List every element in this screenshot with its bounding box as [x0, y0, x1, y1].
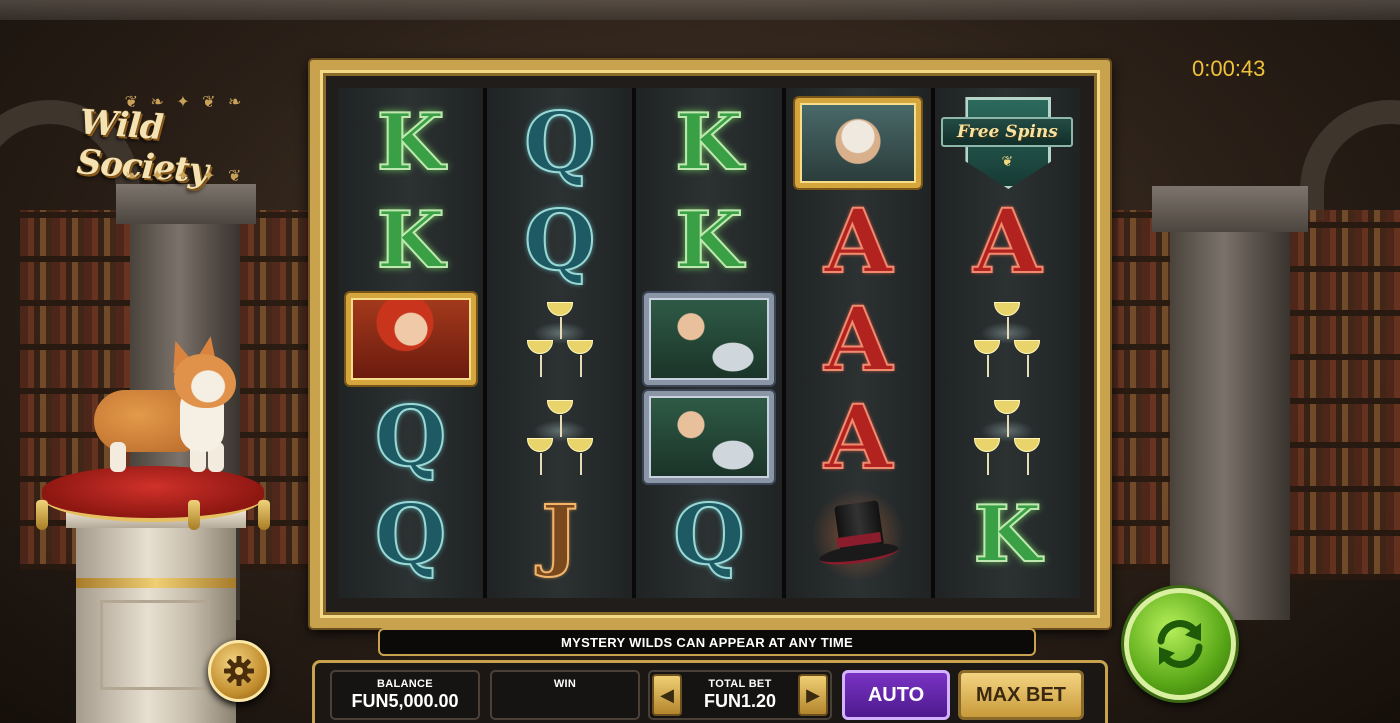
- symbol-k: K: [376, 195, 446, 286]
- symbol-old-gentleman-portrait: [786, 94, 931, 192]
- bet-decrease-button[interactable]: ◀: [652, 674, 682, 716]
- butler-portrait-icon: [644, 293, 774, 385]
- balance-label: BALANCE: [377, 678, 433, 690]
- symbol-k: K: [674, 97, 744, 188]
- symbol-lady-portrait: [338, 290, 483, 388]
- session-timer: 0:00:43: [1192, 56, 1266, 81]
- top-hat-icon: [805, 487, 912, 583]
- pedestal-panel: [100, 600, 210, 690]
- refresh-icon: [1157, 620, 1203, 668]
- old-gentleman-portrait-icon: [795, 98, 922, 188]
- balance-value: FUN5,000.00: [351, 691, 459, 711]
- champagne-tower-icon: [525, 294, 595, 384]
- symbol-k: K: [674, 195, 744, 286]
- symbol-q: Q: [374, 389, 447, 485]
- chevron-right-icon: ▶: [806, 684, 820, 705]
- reel-2: Q Q J: [487, 88, 633, 598]
- symbol-champagne-tower: [487, 290, 632, 388]
- reel-5: Free Spins ❦ A K: [934, 88, 1081, 598]
- champagne-tower-icon: [972, 392, 1042, 482]
- free-spins-label: Free Spins: [956, 122, 1058, 142]
- lady-portrait-icon: [345, 293, 476, 385]
- symbol-k: K: [376, 97, 446, 188]
- symbol-champagne-tower: [935, 388, 1080, 486]
- bet-increase-button[interactable]: ▶: [798, 674, 828, 716]
- free-spins-badge-icon: Free Spins ❦: [941, 95, 1074, 191]
- cushion-tassel: [36, 500, 48, 530]
- pedestal-band: [76, 578, 236, 588]
- settings-button[interactable]: [208, 640, 270, 702]
- symbol-top-hat: [786, 486, 931, 584]
- corgi-mascot: [90, 334, 250, 478]
- win-panel: WIN: [490, 670, 640, 720]
- game-logo: ❦ ❧ ✦ ❦ ❧ Wild Society ❧ ✦ ✦ ✦ ❦: [70, 92, 300, 192]
- symbol-free-spins: Free Spins ❦: [935, 94, 1080, 192]
- symbol-butler-portrait: [636, 290, 781, 388]
- cushion-tassel: [188, 500, 200, 530]
- win-label: WIN: [553, 678, 577, 690]
- gear-icon: [224, 656, 254, 686]
- symbol-a: A: [823, 287, 893, 391]
- message-bar: MYSTERY WILDS CAN APPEAR AT ANY TIME: [378, 628, 1036, 656]
- reel-4: A A A: [785, 88, 931, 598]
- reel-3: K K Q: [636, 88, 782, 598]
- spin-button[interactable]: [1124, 588, 1236, 700]
- symbol-j: J: [540, 489, 579, 580]
- symbol-a: A: [972, 189, 1042, 293]
- symbol-a: A: [823, 385, 893, 489]
- chevron-left-icon: ◀: [660, 684, 674, 705]
- reel-1: K K Q Q: [338, 88, 484, 598]
- logo-ornament-bottom: ❧ ✦ ✦ ✦ ❦: [124, 168, 246, 185]
- cushion-tassel: [258, 500, 270, 530]
- symbol-butler-portrait: [636, 388, 781, 486]
- symbol-a: A: [823, 189, 893, 293]
- balance-panel: BALANCE FUN5,000.00: [330, 670, 480, 720]
- auto-button[interactable]: AUTO: [842, 670, 950, 720]
- symbol-champagne-tower: [935, 290, 1080, 388]
- symbol-q: Q: [374, 487, 447, 583]
- max-bet-button[interactable]: MAX BET: [958, 670, 1084, 720]
- symbol-q: Q: [523, 193, 596, 289]
- symbol-q: Q: [523, 95, 596, 191]
- butler-portrait-icon: [644, 391, 774, 483]
- symbol-k: K: [973, 489, 1043, 580]
- champagne-tower-icon: [972, 294, 1042, 384]
- symbol-champagne-tower: [487, 388, 632, 486]
- symbol-q: Q: [672, 487, 745, 583]
- champagne-tower-icon: [525, 392, 595, 482]
- reels-grid: K K Q Q Q Q J K K Q A A A Free Spins ❦ A…: [338, 88, 1081, 598]
